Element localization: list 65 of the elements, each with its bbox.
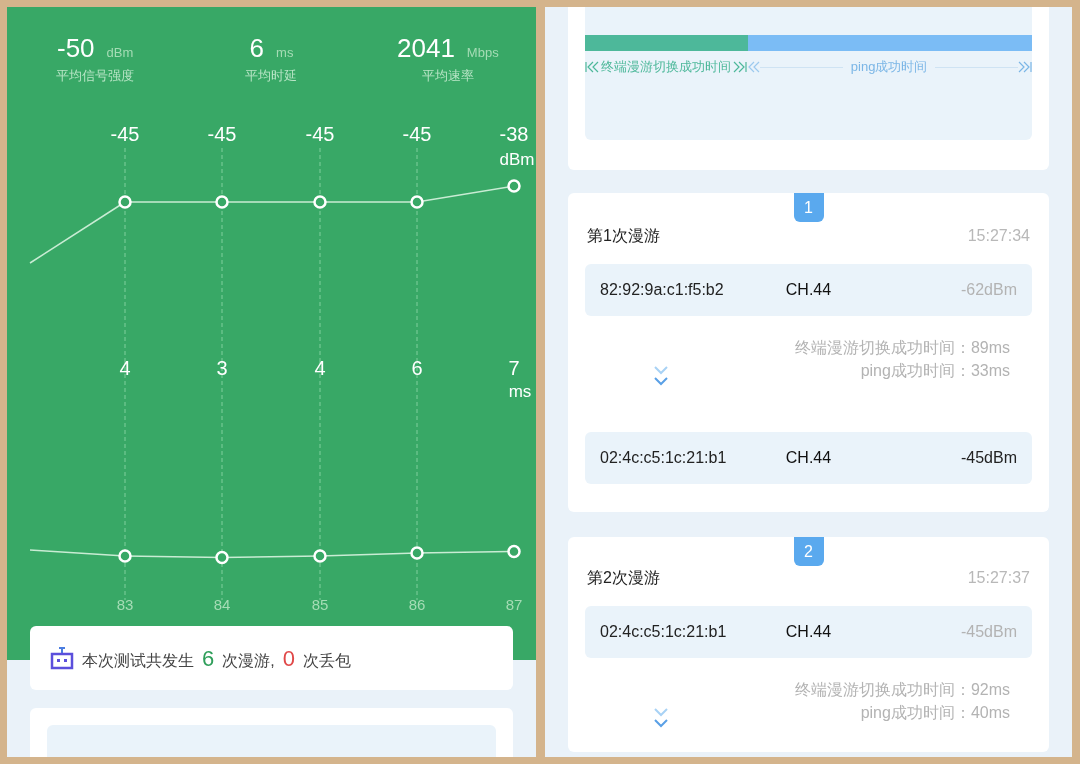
handoff-time: 终端漫游切换成功时间：89ms — [794, 338, 1010, 358]
mac-address: 02:4c:c5:1c:21:b1 — [600, 622, 728, 642]
data-point — [313, 195, 327, 209]
stat-label: 平均速率 — [421, 67, 474, 85]
signal-value: -62dBm — [959, 280, 1017, 300]
robot-icon — [50, 646, 74, 670]
data-point — [410, 195, 424, 209]
chevron-down-icon — [653, 706, 669, 730]
stat-unit: ms — [276, 44, 294, 62]
stat-label: 平均时延 — [245, 67, 298, 85]
data-point — [410, 546, 424, 560]
data-point — [215, 195, 229, 209]
roam-time: 15:27:37 — [967, 568, 1030, 588]
stat-value: 6 — [249, 33, 265, 63]
right-end-arrow-icon — [733, 61, 747, 73]
data-label: 4 — [314, 360, 326, 379]
channel-label: CH.44 — [784, 448, 833, 468]
data-label: 4 — [119, 360, 131, 379]
roam-title: 第2次漫游 — [587, 568, 660, 588]
data-label: -38 — [499, 123, 529, 145]
roam-time: 15:27:34 — [967, 226, 1030, 246]
mac-address: 82:92:9a:c1:f5:b2 — [600, 280, 725, 300]
data-label: -45 — [402, 123, 432, 145]
unit-label: dBm — [499, 150, 535, 169]
handoff-legend: 终端漫游切换成功时间 — [601, 57, 731, 77]
stat-unit: dBm — [106, 44, 134, 62]
axis-label: 87 — [505, 596, 523, 613]
axis-label: 83 — [116, 596, 134, 613]
axis-label: 86 — [408, 596, 426, 613]
ping-legend: ping成功时间 — [850, 57, 928, 77]
stat-value: -50 — [57, 33, 95, 63]
data-point — [118, 195, 132, 209]
data-point — [215, 550, 229, 565]
ping-time: ping成功时间：40ms — [860, 703, 1010, 723]
left-end-arrow-icon — [585, 61, 599, 73]
stat-value: 2041 — [397, 33, 455, 63]
data-point — [507, 544, 521, 559]
data-label: 6 — [411, 360, 423, 379]
index-badge: 1 — [793, 193, 824, 222]
channel-label: CH.44 — [784, 622, 833, 642]
stat-unit: Mbps — [466, 44, 499, 62]
axis-label: 84 — [213, 596, 231, 613]
data-point — [507, 179, 521, 193]
data-point — [313, 549, 327, 563]
data-label: -45 — [305, 123, 335, 145]
roam-title: 第1次漫游 — [587, 226, 660, 246]
channel-label: CH.44 — [784, 280, 833, 300]
data-label: -45 — [110, 123, 140, 145]
summary-text: 本次测试共发生 6 次漫游, 0 次丢包 — [82, 644, 351, 673]
data-point — [118, 549, 132, 563]
stat-label: 平均信号强度 — [56, 67, 135, 85]
data-label: 3 — [216, 360, 228, 379]
chevron-down-icon — [653, 364, 669, 388]
left-arrow-icon — [748, 61, 761, 73]
right-end-arrow-icon — [1018, 61, 1032, 73]
mac-address: 02:4c:c5:1c:21:b1 — [600, 448, 728, 468]
ping-time: ping成功时间：33ms — [860, 361, 1010, 381]
data-label: 7 — [508, 360, 520, 379]
unit-label: ms — [508, 382, 532, 401]
handoff-time: 终端漫游切换成功时间：92ms — [794, 680, 1010, 700]
index-badge: 2 — [793, 537, 824, 566]
signal-value: -45dBm — [959, 622, 1017, 642]
data-label: -45 — [207, 123, 237, 145]
signal-value: -45dBm — [959, 448, 1017, 468]
axis-label: 85 — [311, 596, 329, 613]
